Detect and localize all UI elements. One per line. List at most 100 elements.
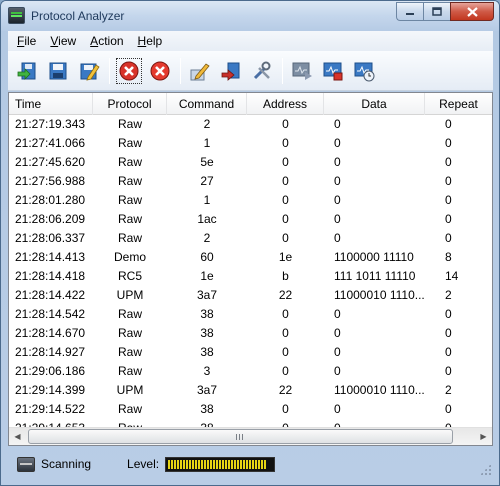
table-row[interactable]: 21:27:45.620 Raw 5e 0 0 0 xyxy=(9,153,492,172)
cell-repeat: 0 xyxy=(445,345,452,359)
cell-command: 1 xyxy=(203,136,211,150)
edit-icon xyxy=(190,62,210,80)
horizontal-scrollbar[interactable]: ◀ ▶ xyxy=(9,427,492,445)
edit-button[interactable] xyxy=(187,58,213,84)
cell-repeat: 8 xyxy=(445,250,452,264)
cell-address: 0 xyxy=(282,117,289,131)
cell-protocol: UPM xyxy=(116,383,144,397)
cell-command: 27 xyxy=(200,174,214,188)
cell-repeat: 2 xyxy=(445,288,452,302)
cell-data: 0 xyxy=(334,155,341,169)
table-row[interactable]: 21:29:14.522 Raw 38 0 0 0 xyxy=(9,400,492,419)
table-row[interactable]: 21:27:56.988 Raw 27 0 0 0 xyxy=(9,172,492,191)
table-row[interactable]: 21:28:14.413 Demo 60 1e 1100000 11110 8 xyxy=(9,248,492,267)
column-header-time[interactable]: Time xyxy=(9,93,93,115)
menu-view-label: iew xyxy=(58,34,77,48)
table-row[interactable]: 21:29:14.399 UPM 3a7 22 11000010 1110... 2 xyxy=(9,381,492,400)
cell-repeat: 0 xyxy=(445,193,452,207)
cell-protocol: Demo xyxy=(113,250,146,264)
cell-time: 21:27:56.988 xyxy=(15,174,86,188)
menu-view[interactable]: View xyxy=(43,34,83,48)
save-icon xyxy=(49,62,67,79)
cell-command: 5e xyxy=(200,155,214,169)
cell-time: 21:27:45.620 xyxy=(15,155,86,169)
table-row[interactable]: 21:28:06.337 Raw 2 0 0 0 xyxy=(9,229,492,248)
cell-command: 3a7 xyxy=(196,383,218,397)
menu-action-accel: A xyxy=(90,34,99,48)
cell-data: 0 xyxy=(334,212,341,226)
clear-button[interactable] xyxy=(116,57,142,84)
table-row[interactable]: 21:28:06.209 Raw 1ac 0 0 0 xyxy=(9,210,492,229)
toolbar-separator xyxy=(180,57,181,84)
table-row[interactable]: 21:28:01.280 Raw 1 0 0 0 xyxy=(9,191,492,210)
menu-file-label: ile xyxy=(24,34,37,48)
minimize-button[interactable] xyxy=(396,2,423,21)
play-signal-button[interactable] xyxy=(289,58,315,84)
table-row[interactable]: 21:28:14.542 Raw 38 0 0 0 xyxy=(9,305,492,324)
menu-file[interactable]: File xyxy=(10,34,43,48)
table-row[interactable]: 21:29:06.186 Raw 3 0 0 0 xyxy=(9,362,492,381)
grip-icon xyxy=(236,434,245,440)
column-header-data[interactable]: Data xyxy=(324,93,425,115)
tools-icon xyxy=(253,61,271,79)
stop-button[interactable] xyxy=(147,58,173,84)
column-header-protocol[interactable]: Protocol xyxy=(93,93,167,115)
cell-time: 21:28:14.927 xyxy=(15,345,86,359)
menu-help[interactable]: Help xyxy=(131,34,170,48)
cell-data: 0 xyxy=(334,402,341,416)
cell-command: 3a7 xyxy=(196,288,218,302)
title-bar[interactable]: Protocol Analyzer xyxy=(1,1,499,31)
cell-time: 21:28:01.280 xyxy=(15,193,86,207)
table-row[interactable]: 21:28:14.670 Raw 38 0 0 0 xyxy=(9,324,492,343)
cell-command: 1ac xyxy=(197,212,217,226)
cell-address: 0 xyxy=(282,136,289,150)
save-button[interactable] xyxy=(45,58,71,84)
scroll-left-button[interactable]: ◀ xyxy=(9,428,26,445)
record-button[interactable] xyxy=(320,58,346,84)
chevron-left-icon: ◀ xyxy=(14,432,21,441)
table-row[interactable]: 21:27:19.343 Raw 2 0 0 0 xyxy=(9,115,492,134)
cell-repeat: 0 xyxy=(445,402,452,416)
cell-repeat: 0 xyxy=(445,174,452,188)
cell-address: 0 xyxy=(282,155,289,169)
cell-time: 21:28:06.209 xyxy=(15,212,86,226)
column-header-command[interactable]: Command xyxy=(167,93,247,115)
cell-time: 21:29:14.399 xyxy=(15,383,86,397)
cell-address: 0 xyxy=(282,174,289,188)
send-button[interactable] xyxy=(218,58,244,84)
level-meter-fill xyxy=(168,459,267,469)
table-row[interactable]: 21:28:14.927 Raw 38 0 0 0 xyxy=(9,343,492,362)
message-list[interactable]: Time Protocol Command Address Data Repea… xyxy=(8,92,493,446)
close-button[interactable] xyxy=(450,2,494,21)
cell-protocol: Raw xyxy=(117,136,142,150)
table-row[interactable]: 21:27:41.066 Raw 1 0 0 0 xyxy=(9,134,492,153)
import-button[interactable] xyxy=(14,58,40,84)
menu-action[interactable]: Action xyxy=(83,34,130,48)
cell-time: 21:28:14.670 xyxy=(15,326,86,340)
app-icon[interactable] xyxy=(8,7,25,24)
scroll-thumb[interactable] xyxy=(28,429,453,444)
column-header-address[interactable]: Address xyxy=(247,93,324,115)
table-row[interactable]: 21:28:14.422 UPM 3a7 22 11000010 1110... 2 xyxy=(9,286,492,305)
table-row[interactable]: 21:28:14.418 RC5 1e b 111 1011 11110 14 xyxy=(9,267,492,286)
toolbar xyxy=(8,51,493,91)
maximize-button[interactable] xyxy=(423,2,450,21)
list-rows: 21:27:19.343 Raw 2 0 0 0 21:27:41.066 Raw 1 0 0 0 21… xyxy=(9,115,492,438)
column-header-repeat[interactable]: Repeat xyxy=(425,93,492,115)
cell-address: 0 xyxy=(282,364,289,378)
menu-help-label: elp xyxy=(146,34,163,48)
cell-data: 0 xyxy=(334,117,341,131)
save-edit-button[interactable] xyxy=(76,58,102,84)
cell-command: 38 xyxy=(200,402,214,416)
cell-protocol: Raw xyxy=(117,326,142,340)
scroll-right-button[interactable]: ▶ xyxy=(475,428,492,445)
save-edit-icon xyxy=(80,63,100,81)
cell-address: 0 xyxy=(282,345,289,359)
cell-data: 0 xyxy=(334,364,341,378)
cell-protocol: Raw xyxy=(117,155,142,169)
record-icon xyxy=(323,62,343,80)
chevron-right-icon: ▶ xyxy=(480,432,487,441)
tools-button[interactable] xyxy=(249,58,275,84)
timer-button[interactable] xyxy=(351,58,377,84)
toolbar-separator xyxy=(109,57,110,84)
